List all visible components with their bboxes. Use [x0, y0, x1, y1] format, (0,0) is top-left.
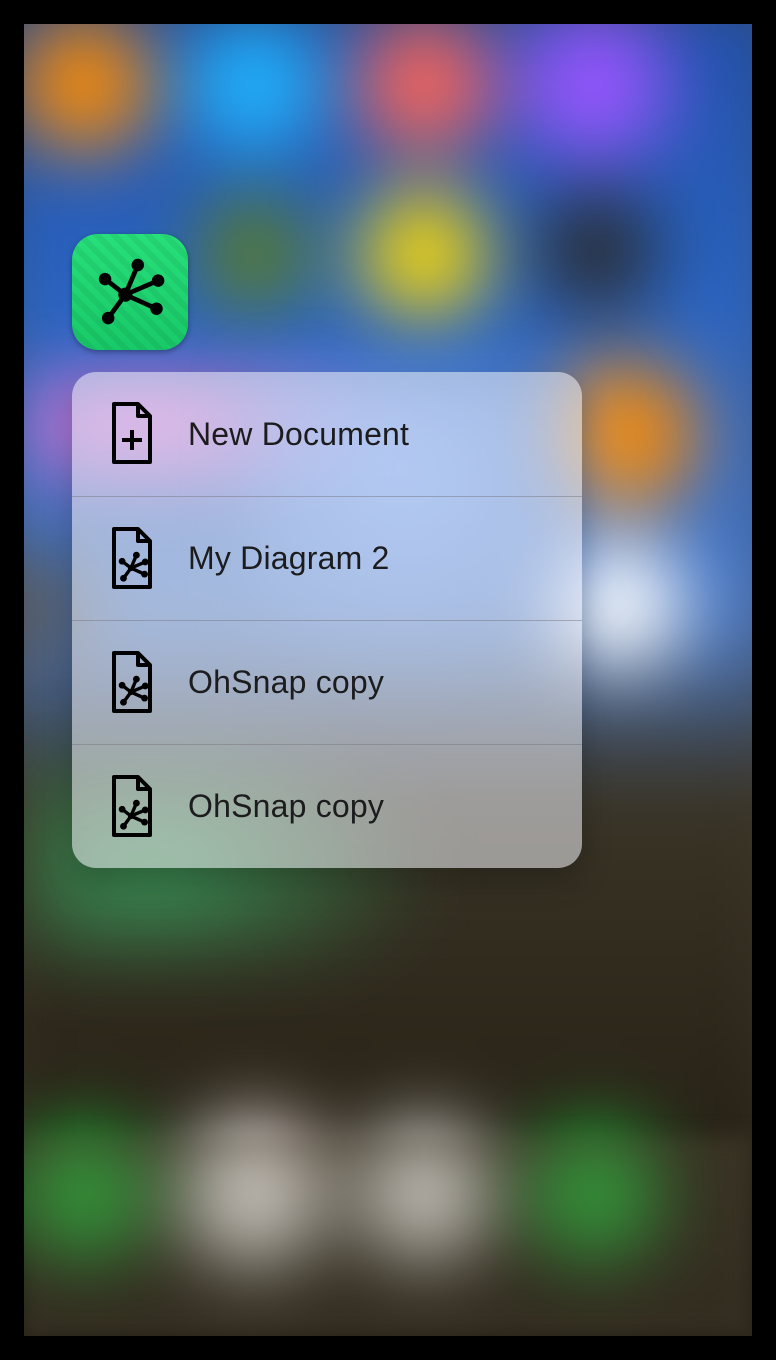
- diagram-document-icon: [104, 775, 158, 839]
- quick-action-new-document[interactable]: New Document: [72, 372, 582, 496]
- quick-action-label: New Document: [188, 416, 409, 453]
- diagram-document-icon: [104, 527, 158, 591]
- quick-action-recent-document[interactable]: My Diagram 2: [72, 496, 582, 620]
- quick-action-recent-document[interactable]: OhSnap copy: [72, 744, 582, 868]
- app-icon-omnigraffle[interactable]: [72, 234, 188, 350]
- network-graph-icon: [91, 251, 169, 334]
- screenshot-frame: New Document: [0, 0, 776, 1360]
- quick-action-label: OhSnap copy: [188, 664, 384, 701]
- quick-action-label: My Diagram 2: [188, 540, 390, 577]
- dock-background: [24, 1136, 752, 1336]
- quick-action-label: OhSnap copy: [188, 788, 384, 825]
- new-document-icon: [104, 402, 158, 466]
- diagram-document-icon: [104, 651, 158, 715]
- quick-actions-menu: New Document: [72, 372, 582, 868]
- quick-action-recent-document[interactable]: OhSnap copy: [72, 620, 582, 744]
- home-screen: New Document: [24, 24, 752, 1336]
